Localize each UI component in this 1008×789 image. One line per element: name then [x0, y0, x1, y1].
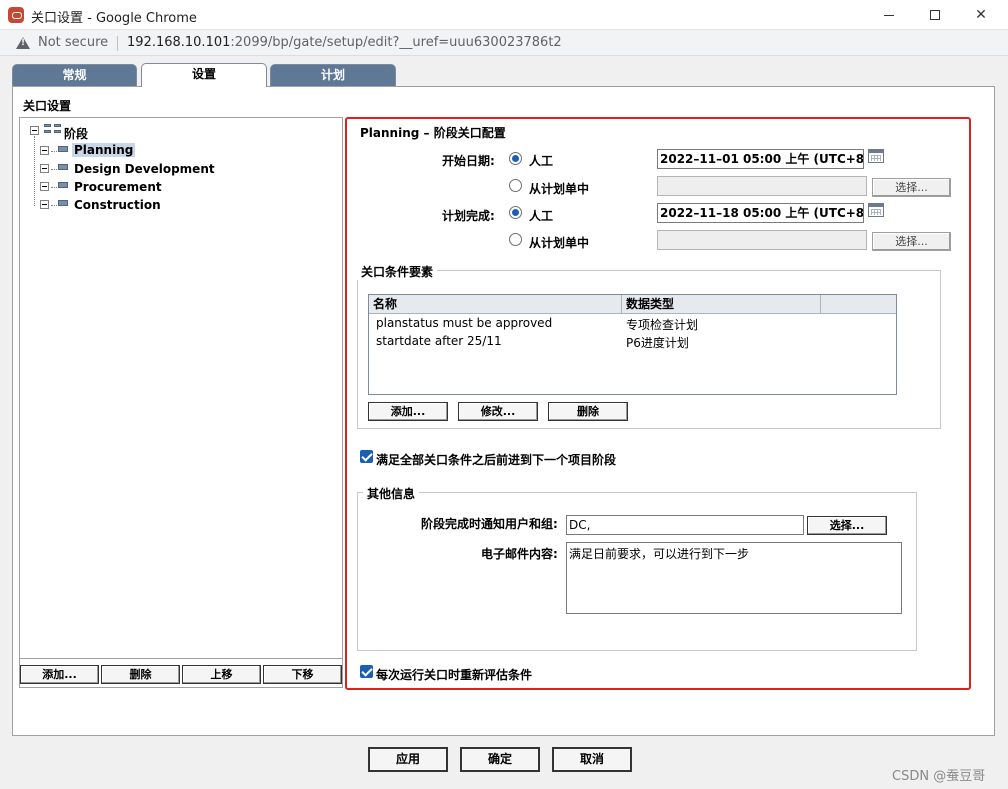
plan-finish-plan-field — [657, 230, 867, 250]
start-date-plan-label[interactable]: 从计划单中 — [529, 180, 589, 197]
condition-add-button[interactable]: 添加... — [368, 402, 448, 421]
tree-expander-design[interactable] — [40, 164, 49, 173]
tree-root-expander[interactable] — [30, 126, 39, 135]
address-separator — [117, 36, 118, 51]
tree-expander-planning[interactable] — [40, 146, 49, 155]
column-header-type[interactable]: 数据类型 — [622, 295, 821, 314]
minimize-icon — [884, 14, 894, 16]
config-title: Planning – 阶段关口配置 — [360, 126, 506, 140]
email-content-label: 电子邮件内容: — [481, 547, 558, 561]
tree-move-down-button[interactable]: 下移 — [263, 665, 342, 684]
security-status[interactable]: Not secure — [38, 35, 108, 50]
conditions-table-header: 名称 数据类型 — [369, 295, 896, 314]
condition-type-cell[interactable]: 专项检查计划 — [626, 316, 698, 333]
window-title: 关口设置 - Google Chrome — [31, 11, 197, 26]
start-date-field[interactable]: 2022–11–01 05:00 上午 (UTC+8) — [657, 149, 864, 169]
window-title-bar: 关口设置 - Google Chrome ✕ — [0, 0, 1008, 30]
condition-type-cell[interactable]: P6进度计划 — [626, 334, 689, 351]
conditions-table[interactable]: 名称 数据类型 planstatus must be approved 专项检查… — [368, 294, 897, 395]
email-content-textarea[interactable]: 满足日前要求，可以进行到下一步 — [566, 542, 902, 614]
phase-tree-icon — [44, 124, 62, 133]
plan-finish-plan-label[interactable]: 从计划单中 — [529, 234, 589, 251]
advance-phase-label[interactable]: 满足全部关口条件之后前进到下一个项目阶段 — [376, 451, 616, 468]
tree-connector — [51, 151, 57, 152]
condition-name-cell[interactable]: planstatus must be approved — [376, 316, 552, 330]
plan-finish-manual-label[interactable]: 人工 — [529, 207, 553, 224]
maximize-icon — [930, 10, 940, 20]
start-date-manual-label[interactable]: 人工 — [529, 152, 553, 169]
plan-finish-label: 计划完成: — [442, 209, 495, 223]
tree-item-design-development[interactable]: Design Development — [74, 162, 215, 176]
column-header-empty — [821, 295, 896, 314]
plan-finish-field[interactable]: 2022–11–18 05:00 上午 (UTC+8) — [657, 203, 864, 223]
plan-finish-plan-radio[interactable] — [509, 233, 522, 246]
advance-phase-checkbox[interactable] — [360, 450, 373, 463]
tree-item-procurement[interactable]: Procurement — [74, 180, 162, 194]
phase-icon — [58, 182, 68, 188]
column-header-name[interactable]: 名称 — [369, 295, 622, 314]
condition-edit-button[interactable]: 修改... — [458, 402, 538, 421]
csdn-watermark: CSDN @蚕豆哥 — [892, 769, 986, 784]
tree-item-planning[interactable]: Planning — [72, 143, 136, 157]
phase-icon — [58, 146, 68, 152]
tree-move-up-button[interactable]: 上移 — [182, 665, 261, 684]
url-path: :2099/bp/gate/setup/edit?__uref=uuu63002… — [230, 35, 562, 50]
condition-delete-button[interactable]: 删除 — [548, 402, 628, 421]
notify-users-field[interactable]: DC, — [566, 515, 804, 535]
phase-icon — [58, 200, 68, 206]
tree-add-button[interactable]: 添加... — [20, 665, 99, 684]
calendar-icon[interactable] — [868, 149, 884, 163]
reevaluate-checkbox[interactable] — [360, 665, 373, 678]
calendar-icon[interactable] — [868, 203, 884, 217]
tree-root-label[interactable]: 阶段 — [64, 125, 88, 142]
plan-finish-select-button[interactable]: 选择... — [872, 232, 951, 251]
section-label: 关口设置 — [23, 99, 72, 113]
address-bar[interactable]: Not secure 192.168.10.101:2099/bp/gate/s… — [0, 30, 1008, 56]
cancel-button[interactable]: 取消 — [552, 747, 632, 772]
condition-name-cell[interactable]: startdate after 25/11 — [376, 334, 502, 348]
tree-connector — [51, 169, 57, 170]
close-button[interactable]: ✕ — [958, 0, 1004, 30]
tree-expander-procurement[interactable] — [40, 182, 49, 191]
tab-schedule[interactable]: 计划 — [270, 64, 396, 86]
tree-connector — [51, 187, 57, 188]
ok-button[interactable]: 确定 — [460, 747, 540, 772]
tree-expander-construction[interactable] — [40, 200, 49, 209]
reevaluate-label[interactable]: 每次运行关口时重新评估条件 — [376, 666, 532, 683]
tree-delete-button[interactable]: 删除 — [101, 665, 180, 684]
plan-finish-manual-radio[interactable] — [509, 206, 522, 219]
notify-label: 阶段完成时通知用户和组: — [421, 517, 558, 531]
warning-icon[interactable] — [16, 37, 30, 49]
oracle-app-icon — [8, 7, 24, 23]
tree-connector — [51, 205, 57, 206]
start-date-manual-radio[interactable] — [509, 152, 522, 165]
start-date-plan-radio[interactable] — [509, 179, 522, 192]
url-text[interactable]: 192.168.10.101:2099/bp/gate/setup/edit?_… — [127, 35, 562, 50]
notify-select-button[interactable]: 选择... — [807, 516, 887, 535]
start-date-plan-field — [657, 176, 867, 196]
phase-icon — [58, 164, 68, 170]
tab-general[interactable]: 常规 — [12, 64, 137, 86]
url-host: 192.168.10.101 — [127, 35, 231, 50]
phase-tree-panel: 阶段 Planning Design Development Procureme… — [19, 117, 343, 688]
minimize-button[interactable] — [866, 0, 912, 30]
tree-item-construction[interactable]: Construction — [74, 198, 161, 212]
tab-settings[interactable]: 设置 — [141, 63, 267, 87]
close-icon: ✕ — [975, 7, 987, 23]
other-info-title: 其他信息 — [363, 485, 420, 502]
tree-divider — [20, 658, 342, 659]
apply-button[interactable]: 应用 — [368, 747, 448, 772]
tree-connector — [34, 136, 35, 206]
maximize-button[interactable] — [912, 0, 958, 30]
start-date-select-button[interactable]: 选择... — [872, 178, 951, 197]
conditions-group-title: 关口条件要素 — [357, 263, 438, 280]
start-date-label: 开始日期: — [442, 154, 495, 168]
